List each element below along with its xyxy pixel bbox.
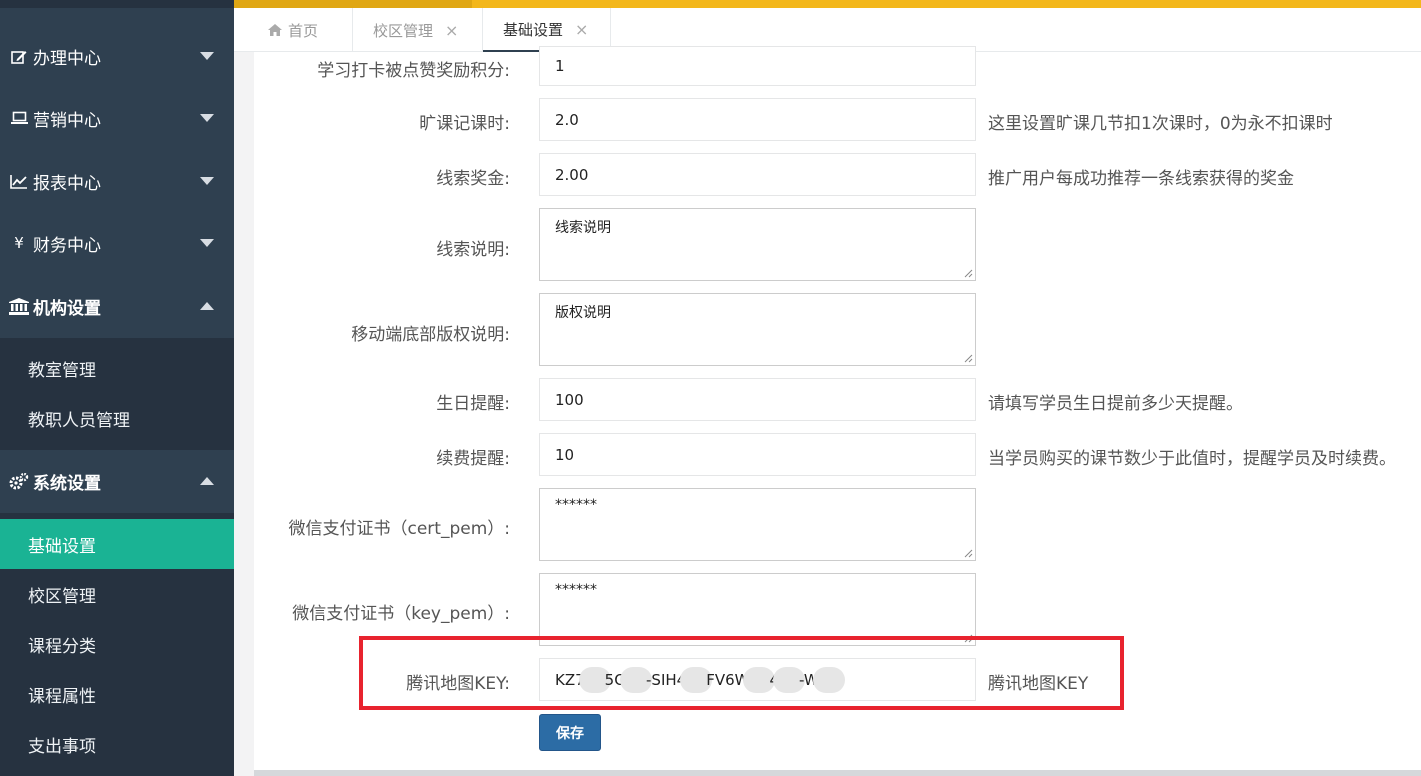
cogs-icon bbox=[8, 472, 30, 490]
bank-icon bbox=[8, 297, 30, 315]
input-birthday[interactable]: 100 bbox=[539, 378, 976, 421]
menu-finance-center[interactable]: ¥ 财务中心 bbox=[0, 213, 234, 273]
help-absence: 这里设置旷课几节扣1次课时，0为永不扣课时 bbox=[988, 114, 1333, 134]
home-icon bbox=[268, 24, 282, 36]
input-value: 10 bbox=[555, 445, 575, 464]
tab-campus[interactable]: 校区管理 × bbox=[353, 8, 483, 52]
tab-home[interactable]: 首页 bbox=[234, 8, 353, 52]
chevron-up-icon bbox=[200, 302, 214, 310]
input-study-reward[interactable]: 1 bbox=[539, 46, 976, 86]
close-icon[interactable]: × bbox=[575, 20, 588, 39]
input-value: 100 bbox=[555, 390, 584, 409]
sidebar-item-expense[interactable]: 支出事项 bbox=[0, 719, 234, 769]
chevron-down-icon bbox=[200, 239, 214, 247]
chevron-down-icon bbox=[200, 52, 214, 60]
sidebar-item-classroom[interactable]: 教室管理 bbox=[0, 343, 234, 393]
chevron-up-icon bbox=[200, 477, 214, 485]
menu-handling-center[interactable]: 办理中心 bbox=[0, 26, 234, 86]
textarea-value: 版权说明 bbox=[555, 305, 611, 321]
content-gutter bbox=[234, 52, 254, 776]
menu-label: 财务中心 bbox=[33, 235, 101, 256]
horizontal-scrollbar[interactable] bbox=[254, 770, 1421, 776]
close-icon[interactable]: × bbox=[445, 21, 458, 40]
help-lead-bonus: 推广用户每成功推荐一条线索获得的奖金 bbox=[988, 169, 1294, 189]
sidebar-item-campus[interactable]: 校区管理 bbox=[0, 569, 234, 619]
sidebar-item-basic-settings[interactable]: 基础设置 bbox=[0, 519, 234, 569]
input-absence[interactable]: 2.0 bbox=[539, 98, 976, 141]
tab-label: 首页 bbox=[288, 21, 319, 40]
tab-label: 基础设置 bbox=[503, 20, 564, 39]
yen-icon: ¥ bbox=[14, 234, 24, 252]
input-value: 2.0 bbox=[555, 110, 579, 129]
menu-system-settings[interactable]: 系统设置 bbox=[0, 451, 234, 511]
label-renewal: 续费提醒: bbox=[436, 449, 510, 469]
help-renewal: 当学员购买的课节数少于此值时，提醒学员及时续费。 bbox=[988, 449, 1396, 469]
save-button[interactable]: 保存 bbox=[539, 714, 601, 751]
textarea-value: ****** bbox=[555, 582, 597, 598]
textarea-value: ****** bbox=[555, 497, 597, 513]
label-lead-desc: 线索说明: bbox=[436, 240, 510, 260]
input-renewal[interactable]: 10 bbox=[539, 433, 976, 476]
resize-grip-icon[interactable] bbox=[963, 353, 973, 363]
tab-label: 校区管理 bbox=[373, 21, 434, 40]
input-value: 1 bbox=[555, 57, 565, 75]
menu-report-center[interactable]: 报表中心 bbox=[0, 151, 234, 211]
sidebar-item-course-attribute[interactable]: 课程属性 bbox=[0, 669, 234, 719]
menu-label: 办理中心 bbox=[33, 48, 101, 69]
textarea-copyright[interactable]: 版权说明 bbox=[539, 293, 976, 366]
label-cert-pem: 微信支付证书（cert_pem）: bbox=[288, 519, 511, 539]
label-key-pem: 微信支付证书（key_pem）: bbox=[292, 604, 510, 624]
highlight-annotation-box bbox=[359, 636, 1124, 710]
settings-content: 学习打卡被点赞奖励积分: 1 旷课记课时: 2.0 这里设置旷课几节扣1次课时，… bbox=[234, 46, 1421, 776]
textarea-value: 线索说明 bbox=[555, 220, 611, 236]
label-copyright: 移动端底部版权说明: bbox=[351, 325, 510, 345]
sidebar-item-course-category[interactable]: 课程分类 bbox=[0, 619, 234, 669]
laptop-icon bbox=[8, 109, 30, 127]
org-submenu: 教室管理 教职人员管理 bbox=[0, 338, 234, 450]
input-lead-bonus[interactable]: 2.00 bbox=[539, 153, 976, 196]
line-chart-icon bbox=[8, 172, 30, 190]
label-lead-bonus: 线索奖金: bbox=[436, 169, 510, 189]
resize-grip-icon[interactable] bbox=[963, 548, 973, 558]
menu-org-settings[interactable]: 机构设置 bbox=[0, 276, 234, 336]
tab-bar-accent bbox=[234, 0, 472, 8]
sidebar: 办理中心 营销中心 报表中心 ¥ 财务中心 机构设置 教室管理 教职人员管理 系… bbox=[0, 0, 234, 776]
menu-label: 机构设置 bbox=[33, 298, 101, 319]
label-study-reward: 学习打卡被点赞奖励积分: bbox=[317, 61, 510, 81]
label-absence: 旷课记课时: bbox=[419, 114, 510, 134]
menu-marketing-center[interactable]: 营销中心 bbox=[0, 88, 234, 148]
system-submenu: 基础设置 校区管理 课程分类 课程属性 支出事项 bbox=[0, 513, 234, 776]
edit-icon bbox=[8, 47, 30, 65]
textarea-cert-pem[interactable]: ****** bbox=[539, 488, 976, 561]
menu-label: 营销中心 bbox=[33, 110, 101, 131]
help-birthday: 请填写学员生日提前多少天提醒。 bbox=[988, 394, 1243, 414]
label-birthday: 生日提醒: bbox=[436, 394, 510, 414]
textarea-lead-desc[interactable]: 线索说明 bbox=[539, 208, 976, 281]
sidebar-top-strip bbox=[0, 0, 234, 8]
resize-grip-icon[interactable] bbox=[963, 268, 973, 278]
chevron-down-icon bbox=[200, 177, 214, 185]
input-value: 2.00 bbox=[555, 165, 589, 184]
sidebar-item-staff[interactable]: 教职人员管理 bbox=[0, 393, 234, 443]
menu-label: 系统设置 bbox=[33, 473, 101, 494]
chevron-down-icon bbox=[200, 114, 214, 122]
menu-label: 报表中心 bbox=[33, 173, 101, 194]
